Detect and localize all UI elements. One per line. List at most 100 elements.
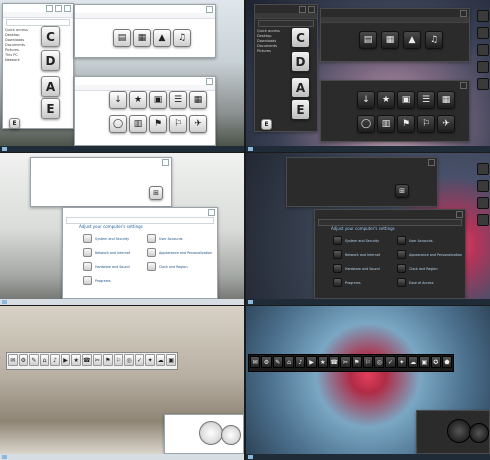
folder-icon[interactable]: ▦ <box>189 91 207 109</box>
dock-button[interactable]: ✎ <box>29 354 39 366</box>
cp-item[interactable]: Hardware and Sound <box>333 264 380 273</box>
start-button[interactable] <box>2 300 7 304</box>
dock-item[interactable] <box>477 44 489 56</box>
dock-button[interactable]: ◎ <box>374 356 385 368</box>
dock-button[interactable]: ☁ <box>407 356 419 368</box>
drive-e-icon[interactable]: E <box>291 99 310 120</box>
dock-button[interactable]: ♪ <box>295 356 306 368</box>
dark-explorer-window[interactable]: Quick access Desktop Downloads Documents… <box>254 4 318 132</box>
dock-item[interactable] <box>477 180 489 192</box>
dark-library-window[interactable]: ▤ ▦ ▲ ♫ <box>320 8 470 62</box>
plane-icon[interactable]: ✈ <box>437 115 455 133</box>
cp-item[interactable]: Hardware and Sound <box>83 262 130 271</box>
plane-icon[interactable]: ✈ <box>189 115 207 133</box>
close-button[interactable] <box>308 5 315 13</box>
dock-button[interactable]: ✉ <box>8 354 18 366</box>
nav-item[interactable]: Network <box>5 58 35 63</box>
close-button[interactable] <box>456 210 463 218</box>
dock-item[interactable] <box>477 78 489 90</box>
cp-item[interactable]: Clock and Region <box>147 262 188 271</box>
dock-button[interactable]: ✓ <box>134 354 145 366</box>
start-button[interactable] <box>248 455 253 459</box>
camera-icon[interactable]: ▣ <box>149 91 167 109</box>
cp-item[interactable]: Programs <box>333 278 361 287</box>
cp-item[interactable]: User Accounts <box>397 236 433 245</box>
minimize-button[interactable] <box>46 4 53 12</box>
tiny-drive-icon[interactable]: E <box>9 118 20 129</box>
favorites-icon[interactable]: ★ <box>129 91 147 109</box>
gallery-icon[interactable]: ▦ <box>381 31 399 49</box>
video-icon[interactable]: ▥ <box>377 115 395 133</box>
drive-e-icon[interactable]: E <box>41 98 60 119</box>
dock-button[interactable]: ✦ <box>396 356 407 368</box>
dock-button[interactable]: ⚙ <box>18 354 29 366</box>
dock-button[interactable]: ✎ <box>272 356 283 368</box>
dark-control-panel-window[interactable]: Adjust your computer's settings System a… <box>314 209 466 299</box>
drive-a-icon[interactable]: A <box>41 76 60 97</box>
dock-item[interactable] <box>477 61 489 73</box>
light-system-window[interactable]: ⊞ <box>30 157 172 207</box>
minimize-button[interactable] <box>299 5 306 13</box>
headphones-icon[interactable]: ◯ <box>109 115 127 133</box>
drive-d-icon[interactable]: D <box>41 50 60 71</box>
dock-button[interactable]: ◎ <box>124 354 134 366</box>
camera-icon[interactable]: ▣ <box>397 91 415 109</box>
light-control-panel-window[interactable]: Adjust your computer's settings System a… <box>62 207 218 299</box>
cp-item[interactable]: User Accounts <box>147 234 183 243</box>
favorites-icon[interactable]: ★ <box>377 91 395 109</box>
music-icon[interactable]: ♫ <box>425 31 443 49</box>
downloads-icon[interactable]: ↓ <box>357 91 375 109</box>
cp-item[interactable]: System and Security <box>83 234 129 243</box>
start-button[interactable] <box>2 455 7 459</box>
documents-icon[interactable]: ▤ <box>359 31 377 49</box>
music-icon[interactable]: ♫ <box>173 29 191 47</box>
dock-button[interactable]: ★ <box>71 354 81 366</box>
dock-item[interactable] <box>477 197 489 209</box>
dock-button[interactable]: ★ <box>317 356 328 368</box>
dock-button[interactable]: ▶ <box>60 354 71 366</box>
light-icon-grid-window[interactable]: ↓ ★ ▣ ☰ ▦ ◯ ▥ ⚑ ⚐ ✈ <box>74 76 216 146</box>
cp-item[interactable]: Programs <box>83 276 111 285</box>
video-icon[interactable]: ▥ <box>129 115 147 133</box>
light-library-window[interactable]: ▤ ▦ ▲ ♫ <box>74 4 216 58</box>
cp-item[interactable]: Appearance and Personalization <box>147 248 212 257</box>
dock-button[interactable]: ▶ <box>306 356 317 368</box>
pictures-icon[interactable]: ▲ <box>403 31 421 49</box>
cp-item[interactable]: Network and Internet <box>83 248 130 257</box>
maximize-button[interactable] <box>55 4 62 12</box>
drive-a-icon[interactable]: A <box>291 77 310 98</box>
start-button[interactable] <box>248 147 253 151</box>
dock-button[interactable]: ⬟ <box>441 356 453 368</box>
flag-icon[interactable]: ⚑ <box>397 115 415 133</box>
dark-system-window[interactable]: ⊞ <box>286 157 438 207</box>
dock-item[interactable] <box>477 27 489 39</box>
dock-button[interactable]: ⚐ <box>113 354 124 366</box>
cp-item[interactable]: Ease of Access <box>397 278 433 287</box>
address-bar[interactable] <box>6 19 70 26</box>
dark-icon-grid-window[interactable]: ↓ ★ ▣ ☰ ▦ ◯ ▥ ⚑ ⚐ ✈ <box>320 80 470 142</box>
dock-button[interactable]: ⚙ <box>261 356 272 368</box>
dock-button[interactable]: ✂ <box>92 354 103 366</box>
close-button[interactable] <box>64 4 71 12</box>
tiny-drive-icon[interactable]: E <box>261 119 272 130</box>
downloads-icon[interactable]: ↓ <box>109 91 127 109</box>
contacts-icon[interactable]: ☰ <box>417 91 435 109</box>
dock-button[interactable]: ⌂ <box>39 354 50 366</box>
dock-button[interactable]: ☁ <box>155 354 166 366</box>
drive-c-icon[interactable]: C <box>291 27 310 48</box>
dock-button[interactable]: ♪ <box>50 354 60 366</box>
flag-outline-icon[interactable]: ⚐ <box>417 115 435 133</box>
dock-button[interactable]: ✉ <box>250 356 261 368</box>
light-explorer-window[interactable]: Quick access Desktop Downloads Documents… <box>2 3 74 129</box>
dock-item[interactable] <box>477 214 489 226</box>
documents-icon[interactable]: ▤ <box>113 29 131 47</box>
start-button[interactable] <box>2 147 7 151</box>
nav-item[interactable]: Pictures <box>257 49 287 54</box>
drive-c-icon[interactable]: C <box>41 26 60 47</box>
flag-outline-icon[interactable]: ⚐ <box>169 115 187 133</box>
contacts-icon[interactable]: ☰ <box>169 91 187 109</box>
close-button[interactable] <box>208 208 215 216</box>
dock-button[interactable]: ✦ <box>145 354 155 366</box>
dock-button[interactable]: ✓ <box>385 356 396 368</box>
close-button[interactable] <box>460 9 467 17</box>
